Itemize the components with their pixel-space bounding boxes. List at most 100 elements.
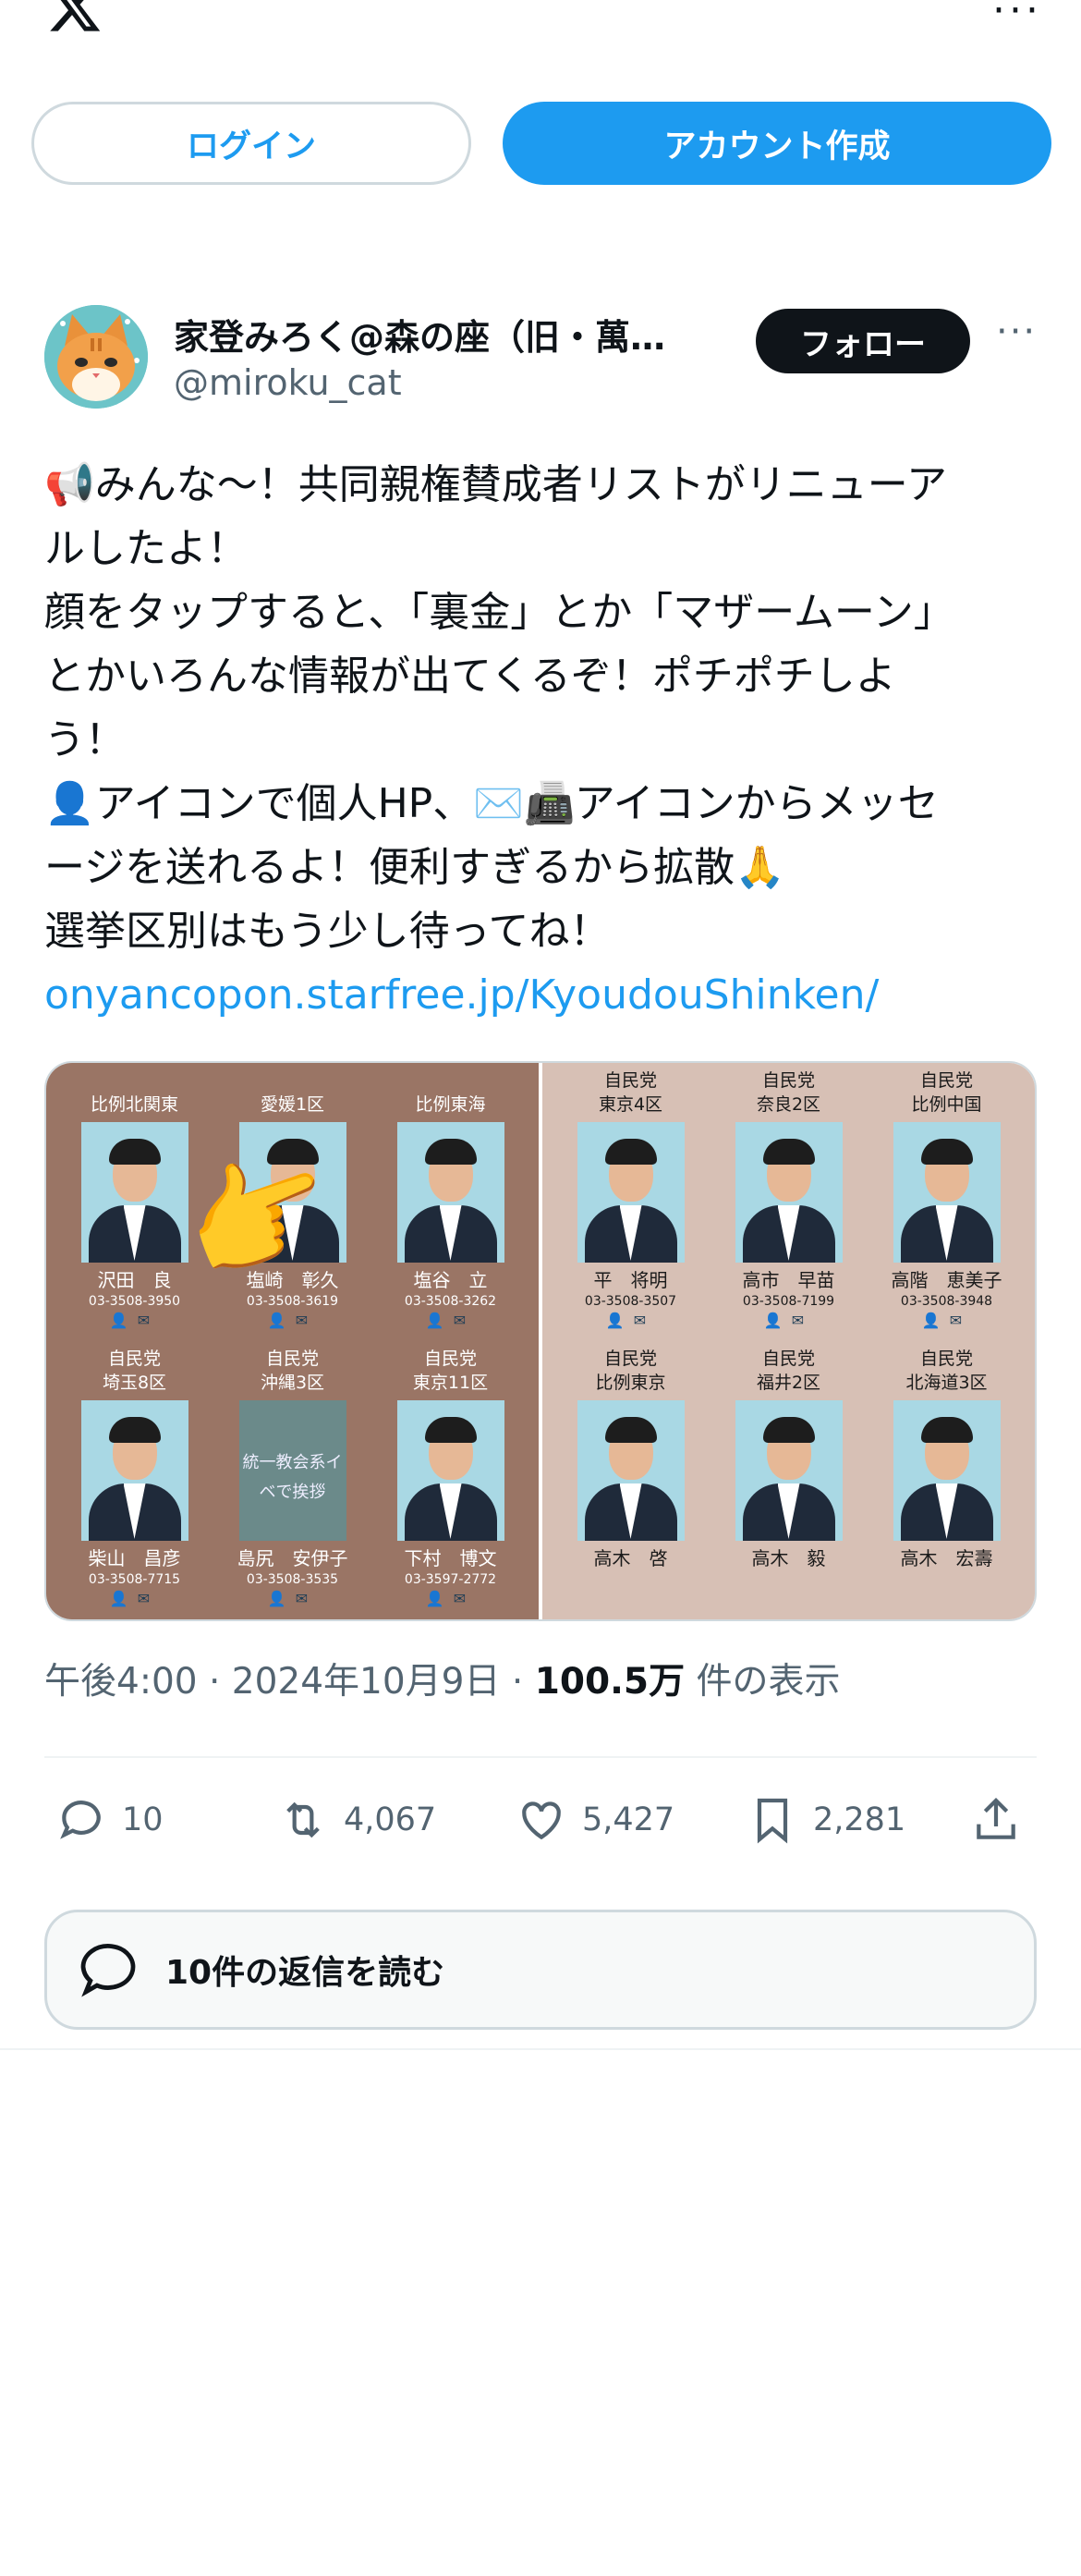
tweet-line: う！ (44, 716, 126, 763)
tweet-line: 📢みんな〜！共同親権賛成者リストがリニューア (44, 461, 948, 508)
contact-icons[interactable]: 👤✉ (110, 1311, 159, 1331)
tweet-media[interactable]: 比例北関東 沢田 良 03-3508-3950 👤✉ 愛媛1区 塩崎 彰久 03-3508-… (44, 1061, 1037, 1621)
post-meta: 午後4:00 · 2024年10月9日 · 100.5万 件の表示 (44, 1661, 841, 1703)
politician-card[interactable]: 自民党 北海道3区高木 宏壽 (873, 1341, 1020, 1619)
read-replies-label: 10件の返信を読む (165, 1954, 445, 1992)
politician-phone: 03-3508-3619 (246, 1294, 339, 1309)
politician-phone: 03-3508-7199 (742, 1294, 835, 1309)
politician-card[interactable]: 自民党 比例中国 高階 恵美子 03-3508-3948 👤✉ (873, 1063, 1020, 1341)
cat-avatar-icon (44, 305, 148, 409)
contact-icons[interactable]: 👤✉ (606, 1311, 655, 1331)
politician-district: 自民党 福井2区 (756, 1349, 821, 1393)
bookmark-button[interactable]: 2,281 (747, 1788, 905, 1852)
politician-name: 高木 毅 (751, 1547, 826, 1569)
politician-name: 高木 宏壽 (900, 1547, 993, 1569)
politician-photo[interactable] (735, 1400, 843, 1541)
x-logo-icon[interactable] (44, 0, 105, 35)
politician-phone: 03-3508-3950 (88, 1294, 181, 1309)
media-image-left[interactable]: 比例北関東 沢田 良 03-3508-3950 👤✉ 愛媛1区 塩崎 彰久 03-3508-… (46, 1063, 539, 1619)
repost-count: 4,067 (344, 1801, 437, 1838)
divider (0, 2048, 1081, 2050)
politician-district: 比例東海 (415, 1094, 486, 1115)
politician-phone: 03-3597-2772 (404, 1572, 497, 1587)
politician-card[interactable]: 自民党 埼玉8区 柴山 昌彦 03-3508-7715 👤✉ (61, 1341, 208, 1619)
author-row: 家登みろく@森の座（旧・萬… @miroku_cat フォロー ··· (44, 296, 1037, 409)
tweet-line: ージを送れるよ！便利すぎるから拡散🙏 (44, 844, 785, 891)
politician-name: 平 将明 (593, 1269, 668, 1291)
politician-card[interactable]: 自民党 沖縄3区 統一教会系イ ベで挨拶 島尻 安伊子 03-3508-3535 👤✉ (219, 1341, 366, 1619)
tweet-line: 選挙区別はもう少し待ってね！ (44, 908, 611, 955)
heart-icon (522, 1801, 561, 1840)
politician-photo[interactable] (396, 1400, 504, 1541)
contact-icons[interactable]: 👤✉ (426, 1589, 475, 1609)
politician-name: 島尻 安伊子 (237, 1547, 348, 1569)
create-account-button[interactable]: アカウント作成 (503, 102, 1051, 185)
tweet-line: とかいろんな情報が出てくるぞ！ポチポチしよ (44, 653, 896, 700)
politician-photo[interactable] (735, 1122, 843, 1263)
politician-card[interactable]: 比例東海 塩谷 立 03-3508-3262 👤✉ (377, 1063, 524, 1341)
politician-district: 自民党 北海道3区 (905, 1349, 988, 1393)
politician-name: 高木 啓 (593, 1547, 668, 1569)
reply-button[interactable]: 10 (55, 1788, 164, 1852)
repost-button[interactable]: 4,067 (277, 1788, 436, 1852)
post-time[interactable]: 午後4:00 (44, 1661, 198, 1703)
tweet-text: 📢みんな〜！共同親権賛成者リストがリニューア ルしたよ！ 顔をタップすると、「裏… (44, 453, 1042, 1027)
politician-name: 高市 早苗 (742, 1269, 835, 1291)
contact-icons[interactable]: 👤✉ (764, 1311, 813, 1331)
contact-icons[interactable]: 👤✉ (426, 1311, 475, 1331)
read-replies-button[interactable]: 10件の返信を読む (44, 1910, 1037, 2030)
politician-photo[interactable] (893, 1400, 1001, 1541)
more-options-icon[interactable]: ··· (992, 0, 1042, 31)
politician-card[interactable]: 自民党 福井2区高木 毅 (715, 1341, 862, 1619)
contact-icons[interactable]: 👤✉ (922, 1311, 971, 1331)
post-date[interactable]: 2024年10月9日 (232, 1661, 501, 1703)
top-bar: ··· (0, 0, 1081, 83)
divider (44, 1756, 1037, 1758)
action-bar: 10 4,067 5,427 2,281 (44, 1788, 1037, 1852)
reply-icon (60, 1801, 101, 1839)
chat-bubble-icon (80, 1944, 136, 1997)
follow-button[interactable]: フォロー (756, 309, 970, 373)
tweet-line: ルしたよ！ (44, 525, 248, 572)
politician-phone: 03-3508-3535 (246, 1572, 339, 1587)
politician-card[interactable]: 自民党 比例東京高木 啓 (557, 1341, 704, 1619)
politician-name: 沢田 良 (97, 1269, 172, 1291)
politician-card[interactable]: 自民党 東京11区下村 博文 03-3597-2772 👤✉ (377, 1341, 524, 1619)
share-button[interactable] (970, 1788, 1022, 1852)
contact-icons[interactable]: 👤✉ (268, 1589, 317, 1609)
politician-district: 自民党 東京4区 (598, 1070, 663, 1115)
politician-photo[interactable] (577, 1122, 685, 1263)
politician-district: 自民党 東京11区 (412, 1349, 489, 1393)
politician-district: 比例北関東 (90, 1094, 178, 1115)
contact-icons[interactable]: 👤✉ (110, 1589, 159, 1609)
author-name[interactable]: 家登みろく@森の座（旧・萬… (174, 309, 728, 360)
politician-name: 柴山 昌彦 (88, 1547, 181, 1569)
politician-photo[interactable] (577, 1400, 685, 1541)
post-more-icon[interactable]: ··· (996, 311, 1037, 353)
politician-card[interactable]: 自民党 東京4区平 将明 03-3508-3507 👤✉ (557, 1063, 704, 1341)
politician-district: 自民党 比例東京 (595, 1349, 666, 1393)
media-image-right[interactable]: 自民党 東京4区平 将明 03-3508-3507 👤✉ 自民党 奈良2区 高市 早苗 03-… (542, 1063, 1035, 1619)
politician-photo[interactable]: 統一教会系イ ベで挨拶 (238, 1400, 346, 1541)
tweet-link[interactable]: onyancopon.starfree.jp/KyoudouShinken/ (44, 971, 879, 1019)
tweet-line: 顔をタップすると、「裏金」とか「マザームーン」 (44, 589, 954, 636)
politician-name: 塩谷 立 (413, 1269, 488, 1291)
login-button[interactable]: ログイン (31, 102, 471, 185)
like-count: 5,427 (582, 1801, 675, 1838)
politician-photo[interactable] (396, 1122, 504, 1263)
tweet-line: 👤アイコンで個人HP、✉️📠アイコンからメッセ (44, 780, 939, 827)
politician-photo[interactable] (893, 1122, 1001, 1263)
like-button[interactable]: 5,427 (516, 1788, 674, 1852)
politician-district: 愛媛1区 (260, 1094, 325, 1115)
politician-district: 自民党 比例中国 (911, 1070, 982, 1115)
bookmark-count: 2,281 (813, 1801, 906, 1838)
avatar[interactable] (44, 305, 148, 409)
share-icon (977, 1798, 1015, 1839)
politician-name: 下村 博文 (404, 1547, 497, 1569)
contact-icons[interactable]: 👤✉ (268, 1311, 317, 1331)
auth-buttons: ログイン アカウント作成 (31, 102, 1051, 185)
author-handle[interactable]: @miroku_cat (174, 362, 402, 403)
politician-card[interactable]: 自民党 奈良2区 高市 早苗 03-3508-7199 👤✉ (715, 1063, 862, 1341)
bookmark-icon (757, 1798, 788, 1844)
politician-photo[interactable] (80, 1400, 188, 1541)
